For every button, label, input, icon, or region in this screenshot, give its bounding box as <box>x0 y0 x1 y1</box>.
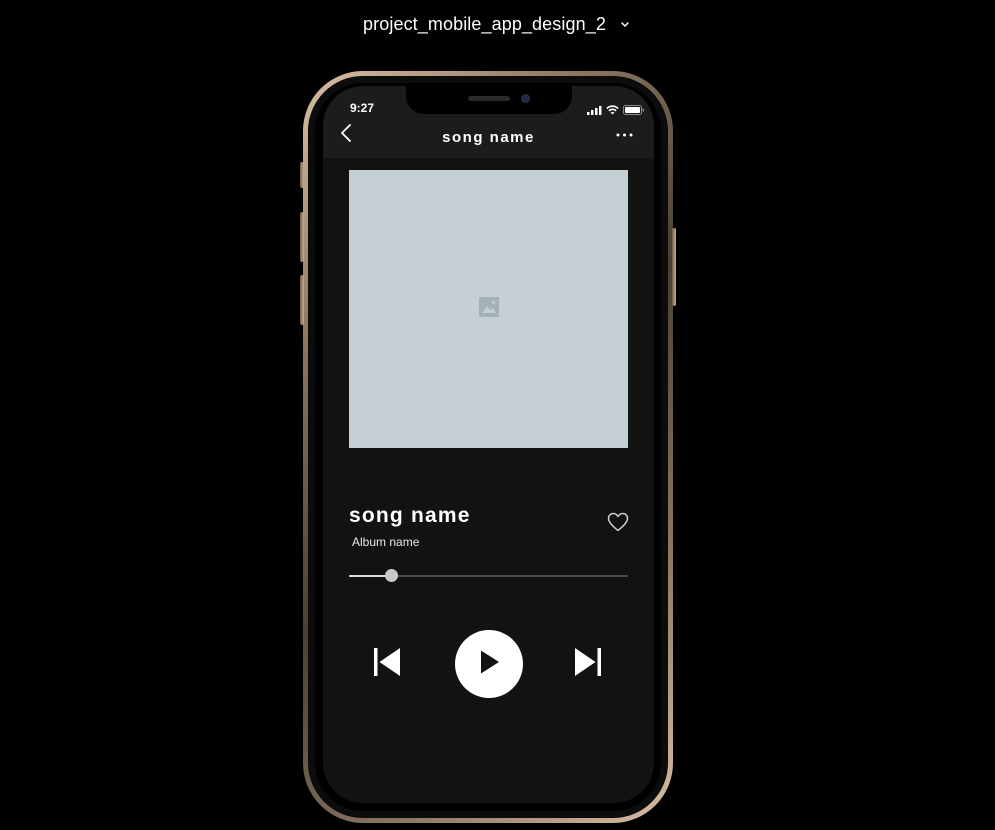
signal-icon <box>587 102 602 120</box>
battery-icon <box>623 102 645 120</box>
front-camera <box>521 94 530 103</box>
skip-previous-icon <box>372 646 402 683</box>
image-icon <box>478 296 499 322</box>
phone-volume-up-button <box>300 212 304 262</box>
project-title: project_mobile_app_design_2 <box>363 14 606 34</box>
screen-title: song name <box>442 129 535 146</box>
more-horizontal-icon <box>616 124 633 142</box>
status-icons <box>587 102 645 120</box>
more-options-button[interactable] <box>611 122 637 144</box>
next-track-button[interactable] <box>571 647 605 681</box>
project-header: project_mobile_app_design_2 <box>0 14 995 35</box>
progress-thumb[interactable] <box>384 569 398 582</box>
chevron-down-icon[interactable] <box>618 18 632 32</box>
earpiece-speaker <box>468 96 510 101</box>
song-title: song name <box>349 504 471 527</box>
play-button[interactable] <box>455 630 523 698</box>
album-name: Album name <box>352 535 420 549</box>
favorite-button[interactable] <box>606 512 630 536</box>
skip-next-icon <box>573 646 603 683</box>
phone-power-button <box>672 228 676 306</box>
phone-screen: 9:27 song name song name Album name <box>323 86 654 803</box>
previous-track-button[interactable] <box>372 647 402 681</box>
heart-icon <box>607 512 629 537</box>
status-time: 9:27 <box>350 101 375 115</box>
wifi-icon <box>606 102 619 120</box>
play-icon <box>478 649 500 680</box>
phone-mute-switch <box>300 162 304 188</box>
progress-slider[interactable] <box>349 569 628 582</box>
phone-volume-down-button <box>300 275 304 325</box>
album-artwork <box>349 170 628 448</box>
